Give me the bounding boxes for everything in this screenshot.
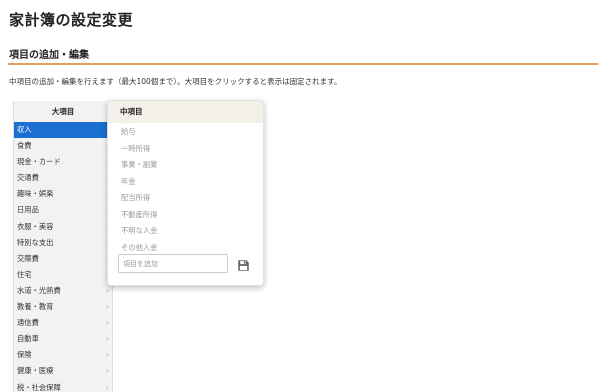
add-item-input[interactable] — [118, 254, 228, 273]
minor-category-item[interactable]: 事業・副業 — [108, 157, 263, 174]
major-category-item[interactable]: 衣服・美容› — [14, 219, 112, 235]
minor-category-item[interactable]: 不明な入金 — [108, 223, 263, 240]
minor-category-list: 給与 一時所得 事業・副業 年金 配当所得 不動産所得 不明な入金 その他入金 — [108, 123, 263, 256]
major-category-item[interactable]: 通信費 › — [14, 315, 112, 331]
chevron-right-icon: › — [106, 335, 109, 344]
major-category-item[interactable]: 交際費› — [14, 251, 112, 267]
minor-category-item[interactable]: 一時所得 — [108, 141, 263, 158]
section-title: 項目の追加・編集 — [9, 50, 89, 61]
add-item-row — [118, 254, 260, 274]
major-category-item[interactable]: 特別な支出› — [14, 235, 112, 251]
major-category-label: 税・社会保障 — [17, 382, 61, 392]
major-category-item[interactable]: 趣味・娯楽› — [14, 186, 112, 202]
major-category-label: 現金・カード — [17, 157, 61, 167]
minor-category-header: 中項目 — [108, 101, 263, 123]
major-category-item[interactable]: 住宅› — [14, 267, 112, 283]
minor-category-popup: 中項目 給与 一時所得 事業・副業 年金 配当所得 不動産所得 不明な入金 その他入金 — [107, 100, 264, 286]
major-category-label: 通信費 — [17, 318, 39, 328]
major-category-label: 住宅 — [17, 269, 32, 279]
major-category-item[interactable]: 自動車 › — [14, 331, 112, 347]
major-category-item[interactable]: 食費› — [14, 138, 112, 154]
minor-category-item[interactable]: 不動産所得 — [108, 207, 263, 224]
major-category-panel: 大項目 収入食費›現金・カード›交通費›趣味・娯楽›日用品›衣服・美容›特別な支… — [13, 101, 113, 392]
major-category-label: 日用品 — [17, 205, 39, 215]
chevron-right-icon: › — [106, 303, 109, 312]
major-category-item[interactable]: 収入 — [14, 122, 108, 139]
major-category-label: 保険 — [17, 350, 32, 360]
major-category-label: 衣服・美容 — [17, 221, 54, 231]
chevron-right-icon: › — [106, 319, 109, 328]
page-title: 家計簿の設定変更 — [9, 11, 134, 29]
major-category-label: 交際費 — [17, 253, 39, 263]
major-category-item[interactable]: 健康・医療 › — [14, 363, 112, 379]
minor-category-item[interactable]: 給与 — [108, 124, 263, 141]
major-category-label: 教養・教育 — [17, 302, 54, 312]
chevron-right-icon: › — [106, 383, 109, 392]
description-text: 中項目の追加・編集を行えます（最大100個まで）。大項目をクリックすると表示は固… — [9, 77, 342, 86]
major-category-label: 収入 — [17, 125, 32, 134]
major-category-item[interactable]: 日用品› — [14, 202, 112, 218]
major-category-item[interactable]: 教養・教育 › — [14, 299, 112, 315]
save-icon-graphic — [238, 260, 249, 271]
major-category-label: 食費 — [17, 141, 32, 151]
major-category-item[interactable]: 保険 › — [14, 347, 112, 363]
minor-category-item[interactable]: 年金 — [108, 174, 263, 191]
major-category-label: 特別な支出 — [17, 237, 54, 247]
major-category-header: 大項目 — [14, 101, 112, 122]
major-category-label: 水道・光熱費 — [17, 285, 61, 295]
chevron-right-icon: › — [106, 367, 109, 376]
chevron-right-icon: › — [106, 351, 109, 360]
save-icon[interactable] — [237, 257, 250, 271]
major-category-item[interactable]: 現金・カード› — [14, 154, 112, 170]
major-category-label: 健康・医療 — [17, 366, 54, 376]
major-category-item[interactable]: 税・社会保障 › — [14, 380, 112, 392]
major-category-label: 交通費 — [17, 173, 39, 183]
major-category-label: 趣味・娯楽 — [17, 189, 54, 199]
major-category-label: 自動車 — [17, 334, 39, 344]
section-divider — [8, 63, 598, 65]
major-category-item[interactable]: 水道・光熱費 › — [14, 283, 112, 299]
major-category-list: 収入食費›現金・カード›交通費›趣味・娯楽›日用品›衣服・美容›特別な支出›交際… — [14, 122, 112, 392]
major-category-item[interactable]: 交通費› — [14, 170, 112, 186]
minor-category-item[interactable]: 配当所得 — [108, 190, 263, 207]
